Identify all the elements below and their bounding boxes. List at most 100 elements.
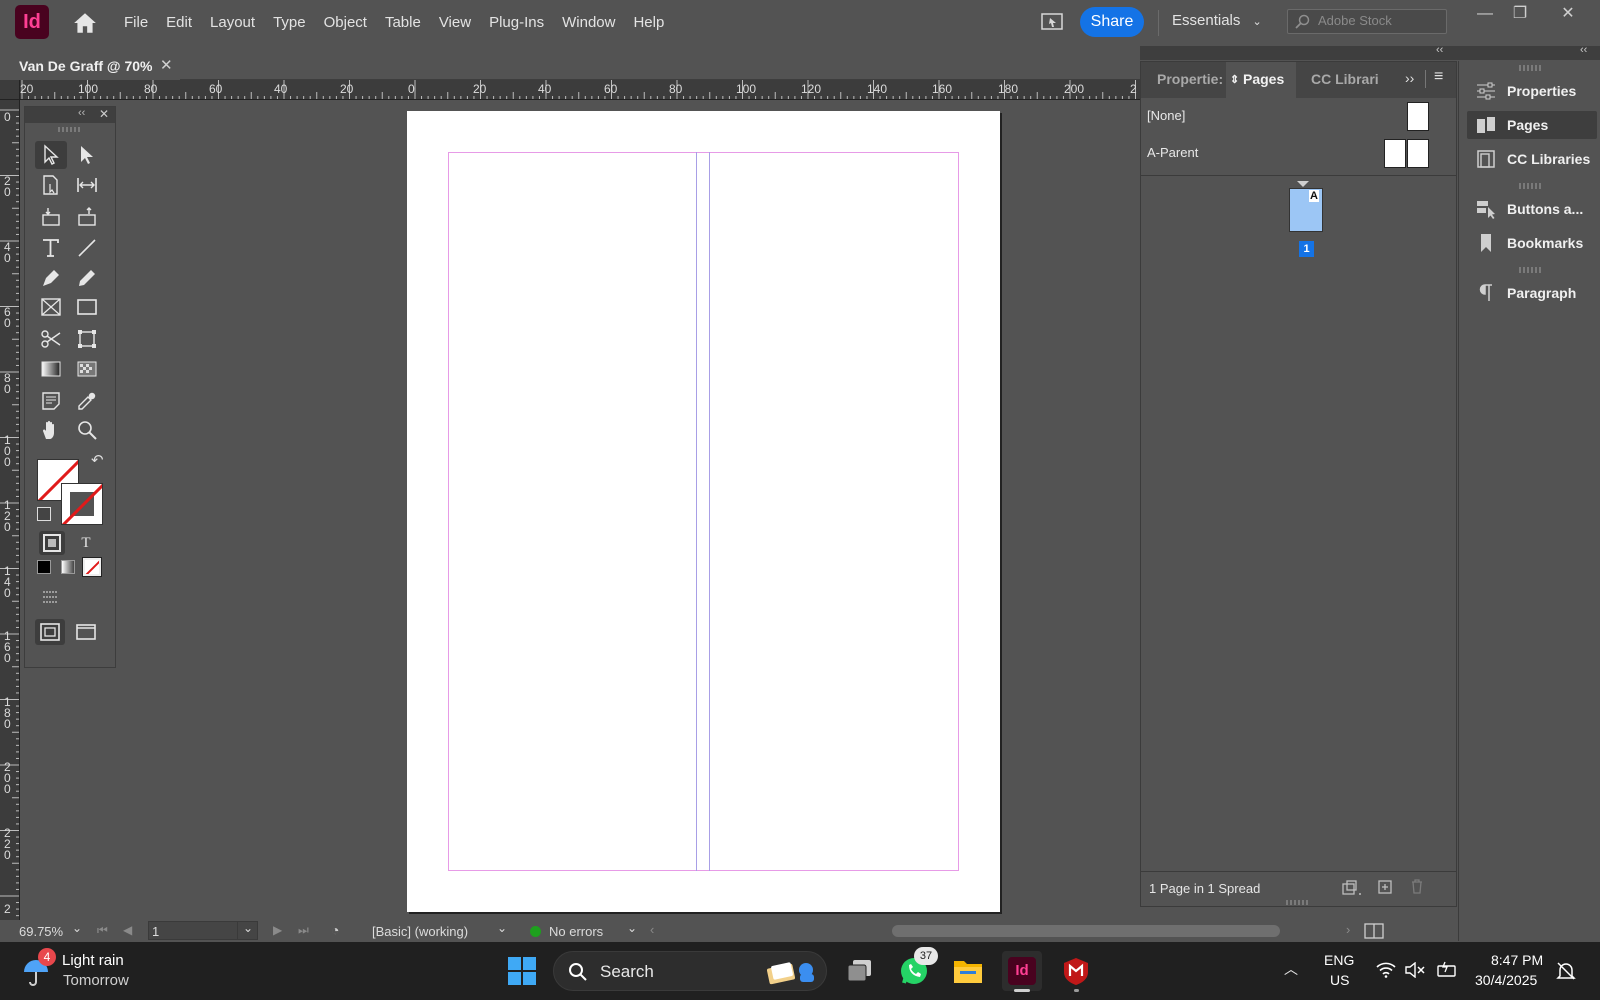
scroll-right-icon[interactable]: ›: [1346, 922, 1350, 937]
line-tool[interactable]: [71, 234, 103, 262]
delete-page-icon[interactable]: [1409, 878, 1425, 895]
parent-thumbnail-right[interactable]: [1407, 139, 1429, 168]
vertical-ruler[interactable]: 0 20 40 60 80 100 120 140 160 180 200 22…: [0, 100, 20, 920]
screen-mode-button[interactable]: [71, 619, 101, 645]
horizontal-ruler[interactable]: 20 100 80 60 40 20 0 20 40 60 80 100 120…: [20, 80, 1140, 100]
close-icon[interactable]: ✕: [99, 107, 109, 121]
menu-file[interactable]: File: [115, 12, 157, 34]
tools-panel-header[interactable]: ‹‹ ✕: [25, 107, 115, 123]
battery-charging-icon[interactable]: [1436, 960, 1458, 980]
language-top[interactable]: ENG: [1324, 952, 1354, 968]
edit-page-size-icon[interactable]: [1339, 879, 1363, 897]
apply-gradient-button[interactable]: [61, 560, 75, 574]
close-tab-icon[interactable]: ✕: [160, 56, 173, 74]
eyedropper-tool[interactable]: [71, 387, 103, 415]
apply-none-button[interactable]: [82, 557, 102, 577]
collapse-panel-icon[interactable]: ‹‹: [1436, 44, 1443, 56]
dock-cc-libraries[interactable]: CC Libraries: [1467, 145, 1597, 173]
dock-pages[interactable]: Pages: [1467, 111, 1597, 139]
ruler-origin[interactable]: [0, 80, 20, 100]
dock-paragraph[interactable]: Paragraph: [1467, 279, 1597, 307]
whatsapp-app[interactable]: 37: [894, 947, 938, 991]
stroke-swatch[interactable]: [61, 483, 103, 525]
new-page-icon[interactable]: [1377, 879, 1393, 895]
split-window-icon[interactable]: [1364, 923, 1384, 939]
panel-grip[interactable]: [1519, 183, 1541, 189]
zoom-tool[interactable]: [71, 416, 103, 444]
scrollbar-thumb[interactable]: [892, 925, 1280, 937]
speaker-muted-icon[interactable]: [1404, 962, 1426, 978]
previous-page-icon[interactable]: ◀: [123, 923, 132, 937]
notification-bell-icon[interactable]: [1555, 960, 1577, 982]
weather-widget-icon[interactable]: 4: [20, 948, 56, 988]
pen-tool[interactable]: [35, 264, 67, 292]
panel-grip[interactable]: [58, 127, 82, 132]
content-collector-tool[interactable]: [35, 202, 67, 230]
menu-layout[interactable]: Layout: [201, 12, 264, 34]
home-icon[interactable]: [72, 10, 98, 36]
document-tab[interactable]: Van De Graff @ 70% ✕: [0, 52, 180, 80]
weather-title[interactable]: Light rain: [62, 952, 124, 969]
parent-row-none[interactable]: [None]: [1141, 98, 1456, 135]
formatting-text-button[interactable]: T: [73, 531, 99, 555]
start-button[interactable]: [502, 951, 542, 991]
last-page-icon[interactable]: ⏭: [298, 923, 309, 938]
preflight-errors[interactable]: No errors: [549, 924, 603, 939]
panel-grip[interactable]: [1519, 65, 1541, 71]
collapse-icon[interactable]: ‹‹: [78, 107, 85, 119]
indesign-app[interactable]: Id: [1002, 951, 1042, 992]
expand-dock-icon[interactable]: ‹‹: [1580, 44, 1587, 56]
dock-properties[interactable]: Properties: [1467, 77, 1597, 105]
chevron-down-icon[interactable]: ⌄: [72, 921, 82, 935]
menu-type[interactable]: Type: [264, 12, 315, 34]
wifi-icon[interactable]: [1376, 962, 1396, 978]
preflight-profile[interactable]: [Basic] (working): [372, 924, 468, 939]
gap-tool[interactable]: [71, 171, 103, 199]
page-thumbnail[interactable]: A: [1289, 188, 1323, 232]
horizontal-scrollbar[interactable]: [660, 925, 1340, 937]
page-menu-chevron-icon[interactable]: ⌄: [237, 921, 258, 940]
pencil-tool[interactable]: [71, 264, 103, 292]
content-placer-tool[interactable]: [71, 202, 103, 230]
note-tool[interactable]: [35, 387, 67, 415]
clock-time[interactable]: 8:47 PM: [1491, 952, 1543, 968]
free-transform-tool[interactable]: [71, 325, 103, 353]
text-edit-mode-button[interactable]: [37, 585, 63, 609]
rectangle-frame-tool[interactable]: [35, 293, 67, 321]
swap-fill-stroke-icon[interactable]: ↶: [91, 451, 104, 469]
next-page-icon[interactable]: ▶: [273, 923, 282, 937]
adobe-stock-search[interactable]: Adobe Stock: [1287, 9, 1447, 34]
selection-tool[interactable]: [35, 141, 67, 169]
chevron-down-icon[interactable]: ⌄: [497, 921, 507, 935]
restore-icon[interactable]: ❐: [1505, 2, 1535, 26]
chevron-down-icon[interactable]: ⌄: [627, 921, 637, 935]
normal-view-mode-button[interactable]: [35, 619, 65, 645]
parent-thumbnail[interactable]: [1407, 102, 1429, 131]
page-tool[interactable]: [35, 171, 67, 199]
direct-selection-tool[interactable]: [71, 141, 103, 169]
rectangle-tool[interactable]: [71, 293, 103, 321]
show-hidden-icons-chevron-icon[interactable]: ︿: [1284, 959, 1298, 979]
publish-online-icon[interactable]: [1041, 12, 1063, 32]
first-page-icon[interactable]: ⏮: [97, 923, 108, 938]
mcafee-app[interactable]: [1056, 951, 1096, 992]
apply-color-button[interactable]: [37, 560, 51, 574]
menu-object[interactable]: Object: [315, 12, 376, 34]
parent-thumbnail-left[interactable]: [1384, 139, 1406, 168]
close-icon[interactable]: ✕: [1553, 2, 1583, 26]
panel-menu-icon[interactable]: ≡: [1434, 68, 1443, 86]
language-bottom[interactable]: US: [1330, 972, 1349, 988]
indesign-logo[interactable]: Id: [15, 5, 49, 39]
minimize-icon[interactable]: —: [1470, 2, 1500, 26]
taskbar-search[interactable]: Search: [553, 951, 827, 991]
share-button[interactable]: Share: [1080, 7, 1144, 37]
menu-help[interactable]: Help: [624, 12, 673, 34]
gradient-swatch-tool[interactable]: [35, 355, 67, 383]
menu-table[interactable]: Table: [376, 12, 430, 34]
formatting-container-button[interactable]: [39, 531, 65, 555]
tab-cc-libraries[interactable]: CC Librari: [1311, 71, 1379, 87]
menu-view[interactable]: View: [430, 12, 480, 34]
dock-buttons-and-forms[interactable]: Buttons a...: [1467, 195, 1597, 223]
type-tool[interactable]: [35, 234, 67, 262]
menu-edit[interactable]: Edit: [157, 12, 201, 34]
